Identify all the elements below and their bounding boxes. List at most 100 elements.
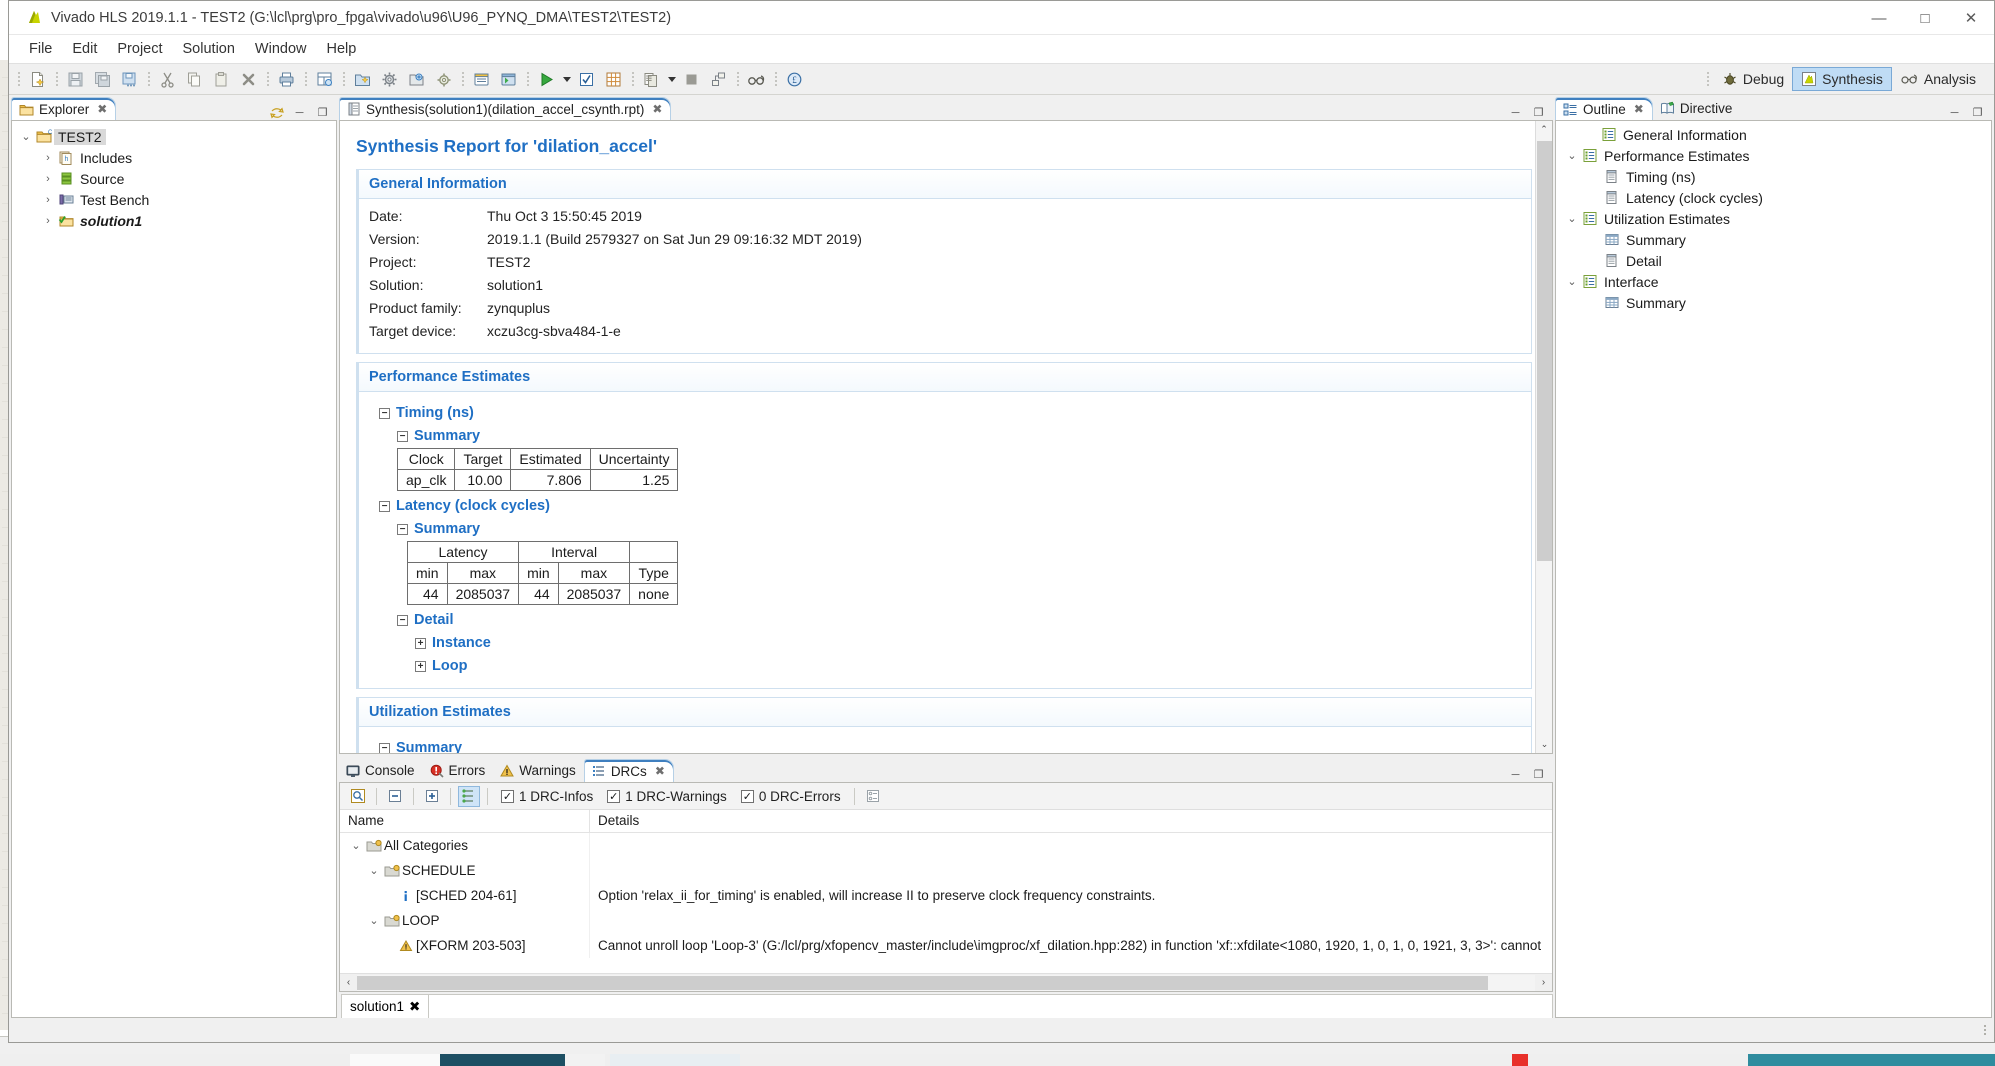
link-with-editor-icon[interactable] xyxy=(269,105,284,120)
toolbar-grip[interactable] xyxy=(734,69,741,89)
save-all-icon[interactable] xyxy=(90,67,115,91)
tab-solution1[interactable]: solution1 ✖ xyxy=(341,994,430,1018)
tab-explorer[interactable]: Explorer ✖ xyxy=(11,97,117,120)
chevron-right-icon[interactable]: › xyxy=(40,215,56,227)
tab-errors[interactable]: Errors xyxy=(422,759,494,782)
cut-icon[interactable] xyxy=(155,67,180,91)
toolbar-grip[interactable] xyxy=(145,69,152,89)
perspective-analysis[interactable]: Analysis xyxy=(1892,68,1984,90)
expand-all-icon[interactable] xyxy=(421,786,443,807)
paste-icon[interactable] xyxy=(209,67,234,91)
solution-settings-icon[interactable] xyxy=(404,67,429,91)
analysis-glasses-icon[interactable] xyxy=(744,67,769,91)
tree-item-test2[interactable]: ⌄ C TEST2 xyxy=(12,126,336,147)
open-source-icon[interactable]: £ xyxy=(782,67,807,91)
filter-drc-warnings[interactable]: ✓ 1 DRC-Warnings xyxy=(607,789,727,804)
close-icon[interactable]: ✖ xyxy=(97,102,107,116)
close-icon[interactable]: ✖ xyxy=(655,764,665,778)
maximize-view-icon[interactable]: ❐ xyxy=(315,105,330,120)
table-row[interactable]: [XFORM 203-503] Cannot unroll loop 'Loop… xyxy=(340,933,1552,958)
minimize-button[interactable]: — xyxy=(1856,1,1902,35)
close-icon[interactable]: ✖ xyxy=(1634,102,1644,116)
chevron-down-icon[interactable]: ⌄ xyxy=(1564,212,1580,225)
perspective-debug[interactable]: Debug xyxy=(1714,68,1792,90)
chevron-down-icon[interactable]: ⌄ xyxy=(348,839,364,852)
minimize-view-icon[interactable]: ─ xyxy=(1508,105,1523,120)
new-solution-icon[interactable] xyxy=(350,67,375,91)
maximize-view-icon[interactable]: ❐ xyxy=(1531,105,1546,120)
menu-project[interactable]: Project xyxy=(107,38,172,60)
utilization-summary-subheading[interactable]: − Summary xyxy=(379,740,1521,753)
chevron-down-icon[interactable]: ⌄ xyxy=(366,864,382,877)
chevron-down-icon[interactable]: ⌄ xyxy=(366,914,382,927)
run-dropdown-arrow-icon[interactable] xyxy=(560,67,573,91)
resize-grip[interactable] xyxy=(1984,1025,1986,1035)
collapse-icon[interactable]: − xyxy=(397,614,408,626)
toolbar-grip[interactable] xyxy=(1705,69,1712,89)
search-drc-icon[interactable] xyxy=(347,786,369,807)
save-icon[interactable] xyxy=(63,67,88,91)
checkbox-checked-icon[interactable]: ✓ xyxy=(740,789,754,803)
latency-detail-subheading[interactable]: − Detail xyxy=(397,612,1521,628)
close-icon[interactable]: ✖ xyxy=(409,999,420,1015)
toolbar-grip[interactable] xyxy=(524,69,531,89)
table-row[interactable]: ⌄ LOOP xyxy=(340,908,1552,933)
outline-item-utilization-detail[interactable]: Detail xyxy=(1556,250,1991,271)
latency-subheading[interactable]: − Latency (clock cycles) xyxy=(379,498,1521,514)
latency-detail-loop[interactable]: + Loop xyxy=(415,658,1521,674)
outline-item-utilization-summary[interactable]: Summary xyxy=(1556,229,1991,250)
scroll-up-icon[interactable]: ⌃ xyxy=(1536,121,1552,138)
hscroll-track[interactable] xyxy=(357,974,1535,991)
outline-item-latency[interactable]: Latency (clock cycles) xyxy=(1556,187,1991,208)
tree-item-source[interactable]: › Source xyxy=(12,168,336,189)
taskbar-notification-icon[interactable] xyxy=(1512,1054,1528,1066)
column-header-name[interactable]: Name xyxy=(340,810,590,832)
tree-item-test-bench[interactable]: › Test Bench xyxy=(12,189,336,210)
scroll-right-icon[interactable]: › xyxy=(1535,974,1552,991)
filter-drc-infos[interactable]: ✓ 1 DRC-Infos xyxy=(501,789,593,804)
export-dropdown-arrow-icon[interactable] xyxy=(665,67,678,91)
open-report-icon[interactable] xyxy=(312,67,337,91)
run-settings-icon[interactable] xyxy=(431,67,456,91)
view-menu-icon[interactable] xyxy=(862,786,884,807)
table-row[interactable]: ⌄ SCHEDULE xyxy=(340,858,1552,883)
menu-solution[interactable]: Solution xyxy=(173,38,245,60)
scroll-left-icon[interactable]: ‹ xyxy=(340,974,357,991)
table-row[interactable]: [SCHED 204-61] Option 'relax_ii_for_timi… xyxy=(340,883,1552,908)
close-button[interactable]: ✕ xyxy=(1948,1,1994,35)
perspective-synthesis[interactable]: Synthesis xyxy=(1792,67,1892,91)
save-as-icon[interactable] xyxy=(117,67,142,91)
taskbar[interactable] xyxy=(0,1054,1995,1066)
tree-item-includes[interactable]: › h Includes xyxy=(12,147,336,168)
c-simulation-icon[interactable] xyxy=(469,67,494,91)
chevron-right-icon[interactable]: › xyxy=(40,194,56,206)
collapse-icon[interactable]: − xyxy=(397,430,408,442)
tree-item-solution1[interactable]: › solution1 xyxy=(12,210,336,231)
close-icon[interactable]: ✖ xyxy=(652,102,662,116)
stop-icon[interactable] xyxy=(679,67,704,91)
delete-icon[interactable] xyxy=(236,67,261,91)
chevron-right-icon[interactable]: › xyxy=(40,173,56,185)
toolbar-grip[interactable] xyxy=(340,69,347,89)
menu-window[interactable]: Window xyxy=(245,38,317,60)
chevron-right-icon[interactable]: › xyxy=(40,152,56,164)
collapse-icon[interactable]: − xyxy=(379,500,390,512)
tab-warnings[interactable]: Warnings xyxy=(493,759,584,782)
run-c-simulation-icon[interactable] xyxy=(574,67,599,91)
expand-icon[interactable]: + xyxy=(415,637,426,649)
outline-item-interface-summary[interactable]: Summary xyxy=(1556,292,1991,313)
collapse-icon[interactable]: − xyxy=(397,523,408,535)
collapse-icon[interactable]: − xyxy=(379,407,390,419)
drcs-horizontal-scrollbar[interactable]: ‹ › xyxy=(340,973,1552,991)
export-rtl-2-icon[interactable] xyxy=(639,67,664,91)
toolbar-grip[interactable] xyxy=(629,69,636,89)
menu-edit[interactable]: Edit xyxy=(62,38,107,60)
timing-summary-subheading[interactable]: − Summary xyxy=(397,428,1521,444)
toolbar-grip[interactable] xyxy=(15,69,22,89)
tab-console[interactable]: Console xyxy=(339,759,423,782)
toolbar-grip[interactable] xyxy=(53,69,60,89)
tab-drcs[interactable]: DRCs ✖ xyxy=(583,759,674,782)
table-row[interactable]: ⌄ All Categories xyxy=(340,833,1552,858)
collapse-all-icon[interactable] xyxy=(384,786,406,807)
menu-help[interactable]: Help xyxy=(317,38,367,60)
